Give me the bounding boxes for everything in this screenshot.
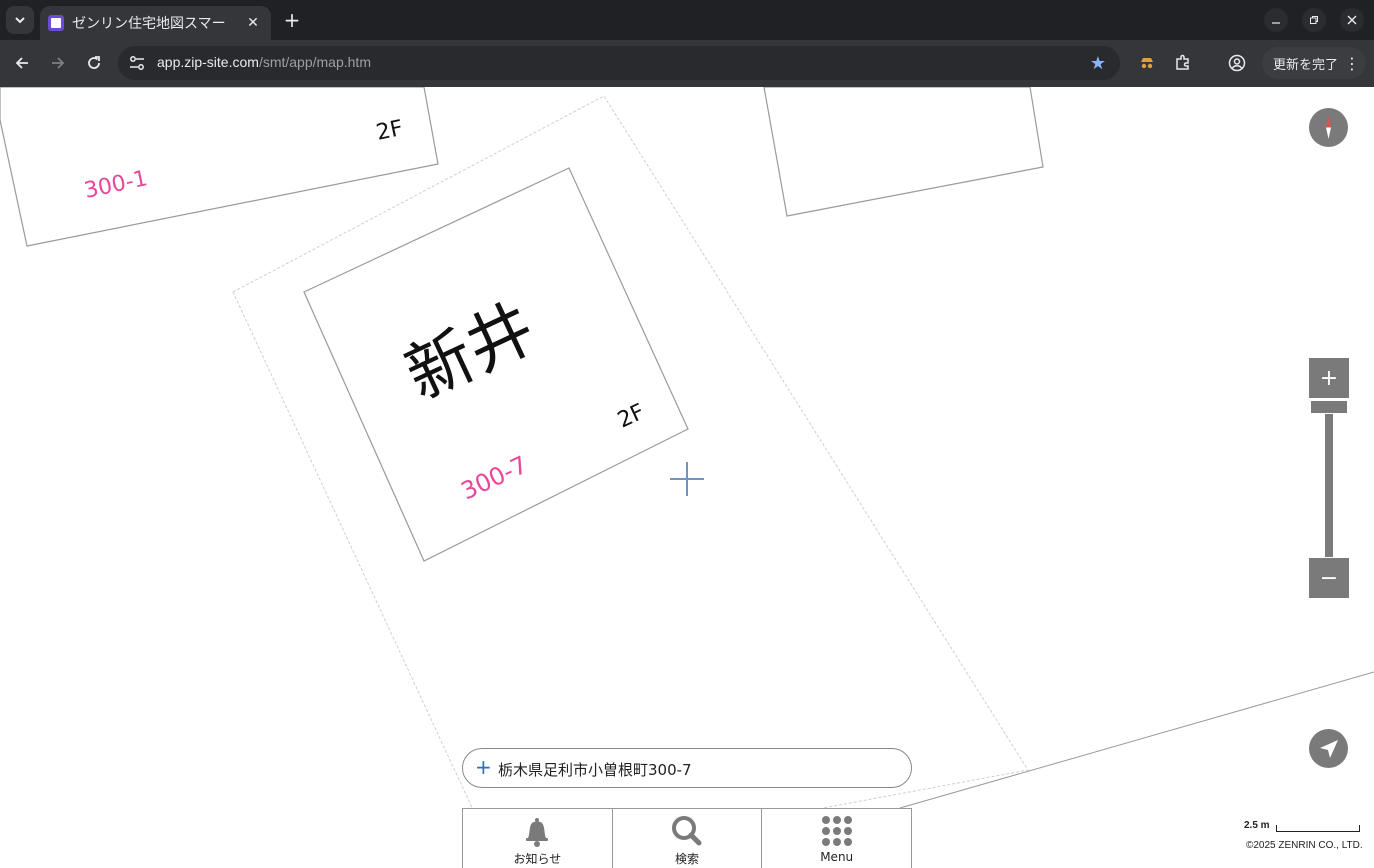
- minimize-icon: [1272, 22, 1280, 24]
- building-top-right: [763, 87, 1044, 217]
- incognito-extension-icon: [1141, 58, 1153, 69]
- zoom-slider-track[interactable]: [1325, 414, 1333, 557]
- back-button[interactable]: [10, 51, 34, 75]
- update-button[interactable]: 更新を完了 ⋮: [1262, 47, 1366, 79]
- road-edge: [899, 671, 1374, 809]
- profile-button[interactable]: [1226, 52, 1248, 74]
- bookmark-star-icon[interactable]: ★: [1090, 53, 1106, 74]
- map-center-crosshair-icon: [670, 462, 704, 496]
- address-bar[interactable]: app.zip-site.com/smt/app/map.htm ★: [118, 46, 1120, 80]
- scale-label: 2.5 m: [1244, 820, 1270, 831]
- compass-icon: [1326, 116, 1331, 139]
- nav-menu[interactable]: Menu: [762, 809, 911, 868]
- minimize-button[interactable]: [1264, 8, 1288, 32]
- copyright-text: ©2025 ZENRIN CO., LTD.: [1246, 840, 1363, 851]
- extensions-button[interactable]: [1172, 52, 1194, 74]
- map-canvas[interactable]: 2F 300-1 新井 2F 300-7 + − + 栃木県足利市小曽根町300…: [0, 87, 1374, 868]
- new-tab-button[interactable]: +: [280, 8, 304, 32]
- site-settings-icon[interactable]: [128, 54, 146, 72]
- address-display[interactable]: + 栃木県足利市小曽根町300-7: [462, 748, 912, 788]
- puzzle-icon: [1176, 54, 1189, 70]
- tab-search-button[interactable]: [6, 6, 34, 34]
- navigation-arrow-icon: [1319, 739, 1338, 758]
- nav-menu-label: Menu: [820, 850, 854, 864]
- zoom-slider-handle[interactable]: [1311, 401, 1347, 413]
- extension-spy-icon[interactable]: [1136, 52, 1158, 74]
- compass-button[interactable]: [1309, 108, 1348, 147]
- nav-notifications[interactable]: お知らせ: [463, 809, 613, 868]
- tab-title: ゼンリン住宅地図スマー: [72, 16, 226, 32]
- chevron-down-icon: [15, 17, 25, 24]
- search-icon: [672, 816, 702, 846]
- reload-button[interactable]: [82, 51, 106, 75]
- update-label: 更新を完了: [1273, 57, 1339, 73]
- url-host: app.zip-site.com: [157, 54, 259, 70]
- crosshair-plus-icon: +: [475, 755, 492, 779]
- bell-icon: [526, 818, 549, 847]
- scale-bar: [1276, 825, 1360, 832]
- browser-toolbar: app.zip-site.com/smt/app/map.htm ★ 更新を完了…: [0, 40, 1374, 87]
- tab-strip: ゼンリン住宅地図スマー ✕ +: [0, 0, 1374, 40]
- zenrin-favicon-icon: [48, 15, 64, 31]
- zoom-in-button[interactable]: +: [1309, 358, 1349, 398]
- current-location-button[interactable]: [1309, 729, 1348, 768]
- tab-close-icon[interactable]: ✕: [243, 13, 263, 33]
- restore-icon: [1310, 16, 1318, 24]
- url-path: /smt/app/map.htm: [258, 54, 371, 70]
- restore-button[interactable]: [1302, 8, 1326, 32]
- url-text: app.zip-site.com/smt/app/map.htm: [157, 54, 371, 70]
- bottom-nav: お知らせ 検索 Menu: [462, 808, 912, 868]
- tab-active[interactable]: ゼンリン住宅地図スマー ✕: [40, 6, 271, 40]
- nav-notifications-label: お知らせ: [513, 852, 562, 866]
- profile-icon: [1228, 54, 1246, 72]
- nav-search-label: 検索: [675, 852, 700, 866]
- nav-search[interactable]: 検索: [613, 809, 763, 868]
- more-menu-icon[interactable]: ⋮: [1344, 54, 1360, 73]
- forward-button[interactable]: [46, 51, 70, 75]
- address-text: 栃木県足利市小曽根町300-7: [498, 761, 692, 779]
- building-300-1: [0, 87, 439, 247]
- browser-chrome: ゼンリン住宅地図スマー ✕ + app.zip-site.com/smt/app…: [0, 0, 1374, 87]
- reload-icon: [88, 56, 100, 69]
- arrow-left-icon: [15, 57, 28, 69]
- arrow-right-icon: [52, 57, 65, 69]
- close-icon: [1347, 15, 1357, 25]
- close-window-button[interactable]: [1340, 8, 1364, 32]
- zoom-out-button[interactable]: −: [1309, 558, 1349, 598]
- grid-menu-icon: [821, 816, 852, 846]
